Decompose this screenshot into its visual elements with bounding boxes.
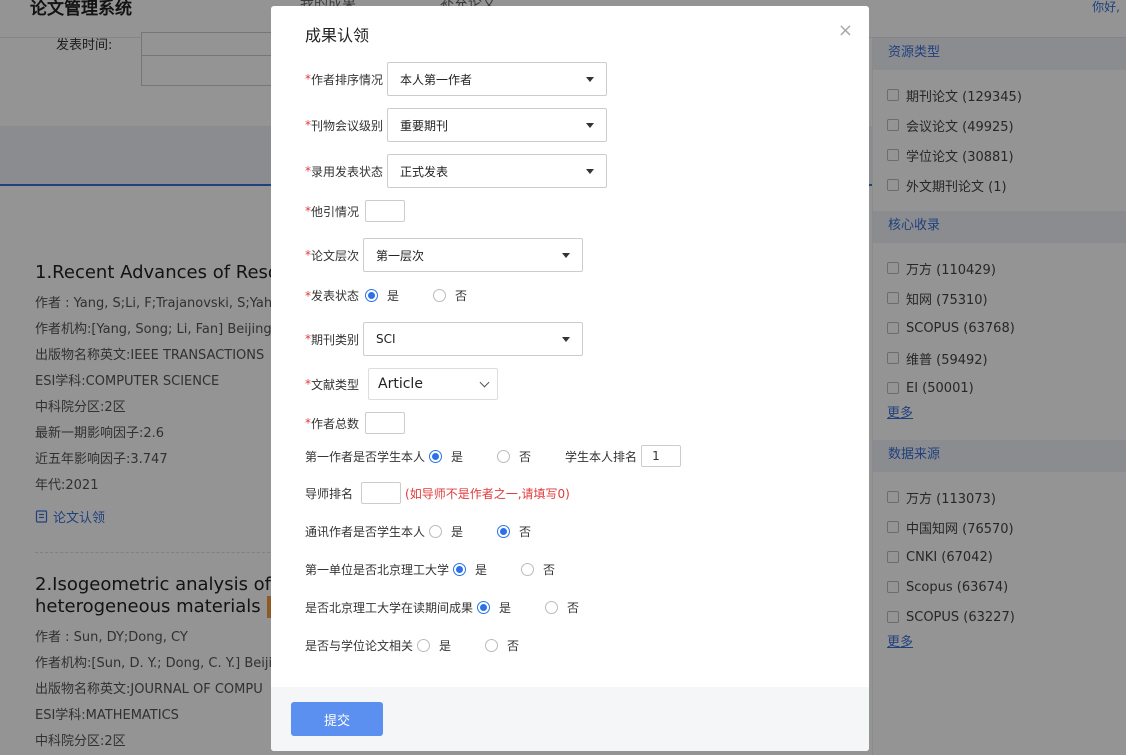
during-study-row: 是否北京理工大学在读期间成果 是 否 bbox=[305, 599, 579, 616]
radio-selected[interactable] bbox=[477, 601, 491, 614]
caret-down-icon bbox=[586, 168, 595, 174]
corresponding-student-label: 通讯作者是否学生本人 bbox=[305, 525, 426, 539]
advisor-rank-input[interactable] bbox=[361, 482, 402, 504]
option-label: 否 bbox=[567, 601, 580, 615]
pub-status-label: 录用发表状态 bbox=[311, 164, 384, 179]
thesis-related-row: 是否与学位论文相关 是 否 bbox=[305, 637, 519, 654]
author-total-label: 作者总数 bbox=[311, 416, 360, 431]
advisor-rank-row: 导师排名 (如导师不是作者之一,请填写0) bbox=[305, 482, 570, 504]
journal-type-select[interactable]: SCI bbox=[363, 322, 584, 356]
student-rank-label: 学生本人排名 bbox=[565, 449, 638, 464]
corresponding-yes-option[interactable]: 是 bbox=[429, 523, 463, 540]
citations-row: * 他引情况 bbox=[305, 200, 406, 222]
doc-type-value: Article bbox=[378, 376, 423, 392]
published-label: 发表状态 bbox=[311, 289, 360, 303]
author-total-input[interactable] bbox=[365, 412, 406, 434]
citations-label: 他引情况 bbox=[311, 204, 360, 219]
submit-button[interactable]: 提交 bbox=[291, 702, 383, 736]
radio[interactable] bbox=[521, 563, 535, 576]
first-author-student-row: 第一作者是否学生本人 是 否 学生本人排名 1 bbox=[305, 445, 682, 467]
venue-level-row: * 刊物会议级别 重要期刊 bbox=[305, 108, 608, 142]
radio-selected[interactable] bbox=[365, 289, 379, 302]
first-unit-yes-option[interactable]: 是 bbox=[453, 561, 487, 578]
option-label: 是 bbox=[439, 639, 452, 653]
author-order-select[interactable]: 本人第一作者 bbox=[387, 62, 608, 96]
radio-selected[interactable] bbox=[429, 449, 443, 463]
first-unit-label: 第一单位是否北京理工大学 bbox=[305, 563, 450, 577]
caret-down-icon bbox=[562, 252, 571, 258]
pub-status-value: 正式发表 bbox=[400, 164, 449, 179]
first-unit-row: 第一单位是否北京理工大学 是 否 bbox=[305, 561, 555, 578]
claim-dialog: 成果认领 × * 作者排序情况 本人第一作者 * 刊物会议级别 重要期刊 * 录… bbox=[271, 6, 869, 751]
radio[interactable] bbox=[497, 449, 511, 463]
first-unit-no-option[interactable]: 否 bbox=[521, 561, 555, 578]
student-rank-input[interactable]: 1 bbox=[641, 445, 682, 467]
dialog-title: 成果认领 bbox=[305, 26, 370, 45]
published-row: * 发表状态 是 否 bbox=[305, 287, 467, 304]
dialog-footer: 提交 bbox=[271, 687, 869, 751]
thesis-related-label: 是否与学位论文相关 bbox=[305, 639, 414, 653]
during-study-no-option[interactable]: 否 bbox=[545, 599, 579, 616]
radio-selected[interactable] bbox=[497, 525, 511, 538]
thesis-related-no-option[interactable]: 否 bbox=[485, 637, 519, 654]
journal-type-row: * 期刊类别 SCI bbox=[305, 322, 584, 356]
caret-down-icon bbox=[586, 122, 595, 128]
doc-type-row: * 文献类型 Article bbox=[305, 368, 499, 400]
venue-level-select[interactable]: 重要期刊 bbox=[387, 108, 608, 142]
first-author-yes-option[interactable]: 是 bbox=[429, 448, 463, 465]
chevron-down-icon bbox=[479, 377, 490, 387]
radio[interactable] bbox=[429, 525, 443, 538]
paper-tier-select[interactable]: 第一层次 bbox=[363, 238, 584, 272]
author-order-value: 本人第一作者 bbox=[400, 72, 473, 87]
venue-level-value: 重要期刊 bbox=[400, 118, 449, 133]
journal-type-value: SCI bbox=[376, 332, 396, 346]
option-label: 否 bbox=[543, 563, 556, 577]
radio[interactable] bbox=[485, 639, 499, 652]
doc-type-label: 文献类型 bbox=[311, 377, 360, 392]
option-label: 是 bbox=[499, 601, 512, 615]
author-order-label: 作者排序情况 bbox=[311, 72, 384, 87]
advisor-rank-hint: (如导师不是作者之一,请填写0) bbox=[405, 486, 570, 501]
published-no-option[interactable]: 否 bbox=[433, 287, 467, 304]
radio[interactable] bbox=[545, 601, 559, 614]
option-label: 是 bbox=[451, 449, 464, 464]
venue-level-label: 刊物会议级别 bbox=[311, 118, 384, 133]
option-label: 是 bbox=[475, 563, 488, 577]
corresponding-student-row: 通讯作者是否学生本人 是 否 bbox=[305, 523, 531, 540]
doc-type-select[interactable]: Article bbox=[368, 368, 499, 400]
advisor-rank-label: 导师排名 bbox=[305, 486, 354, 501]
pub-status-row: * 录用发表状态 正式发表 bbox=[305, 154, 608, 188]
option-label: 否 bbox=[507, 639, 520, 653]
option-label: 否 bbox=[455, 289, 468, 303]
first-author-no-option[interactable]: 否 bbox=[497, 448, 531, 465]
option-label: 否 bbox=[519, 525, 532, 539]
option-label: 是 bbox=[387, 289, 400, 303]
student-rank-value: 1 bbox=[652, 449, 660, 463]
radio[interactable] bbox=[433, 289, 447, 302]
radio[interactable] bbox=[417, 639, 431, 652]
option-label: 是 bbox=[451, 525, 464, 539]
published-yes-option[interactable]: 是 bbox=[365, 287, 399, 304]
thesis-related-yes-option[interactable]: 是 bbox=[417, 637, 451, 654]
radio-selected[interactable] bbox=[453, 563, 467, 576]
author-order-row: * 作者排序情况 本人第一作者 bbox=[305, 62, 608, 96]
citations-input[interactable] bbox=[365, 200, 406, 222]
option-label: 否 bbox=[519, 449, 532, 464]
paper-tier-value: 第一层次 bbox=[376, 248, 425, 263]
paper-tier-label: 论文层次 bbox=[311, 248, 360, 263]
corresponding-no-option[interactable]: 否 bbox=[497, 523, 531, 540]
first-author-student-label: 第一作者是否学生本人 bbox=[305, 449, 426, 464]
author-total-row: * 作者总数 bbox=[305, 412, 406, 434]
close-icon[interactable]: × bbox=[838, 20, 853, 41]
caret-down-icon bbox=[562, 336, 571, 342]
caret-down-icon bbox=[586, 76, 595, 82]
during-study-label: 是否北京理工大学在读期间成果 bbox=[305, 601, 474, 615]
pub-status-select[interactable]: 正式发表 bbox=[387, 154, 608, 188]
journal-type-label: 期刊类别 bbox=[311, 332, 360, 347]
during-study-yes-option[interactable]: 是 bbox=[477, 599, 511, 616]
paper-tier-row: * 论文层次 第一层次 bbox=[305, 238, 584, 272]
